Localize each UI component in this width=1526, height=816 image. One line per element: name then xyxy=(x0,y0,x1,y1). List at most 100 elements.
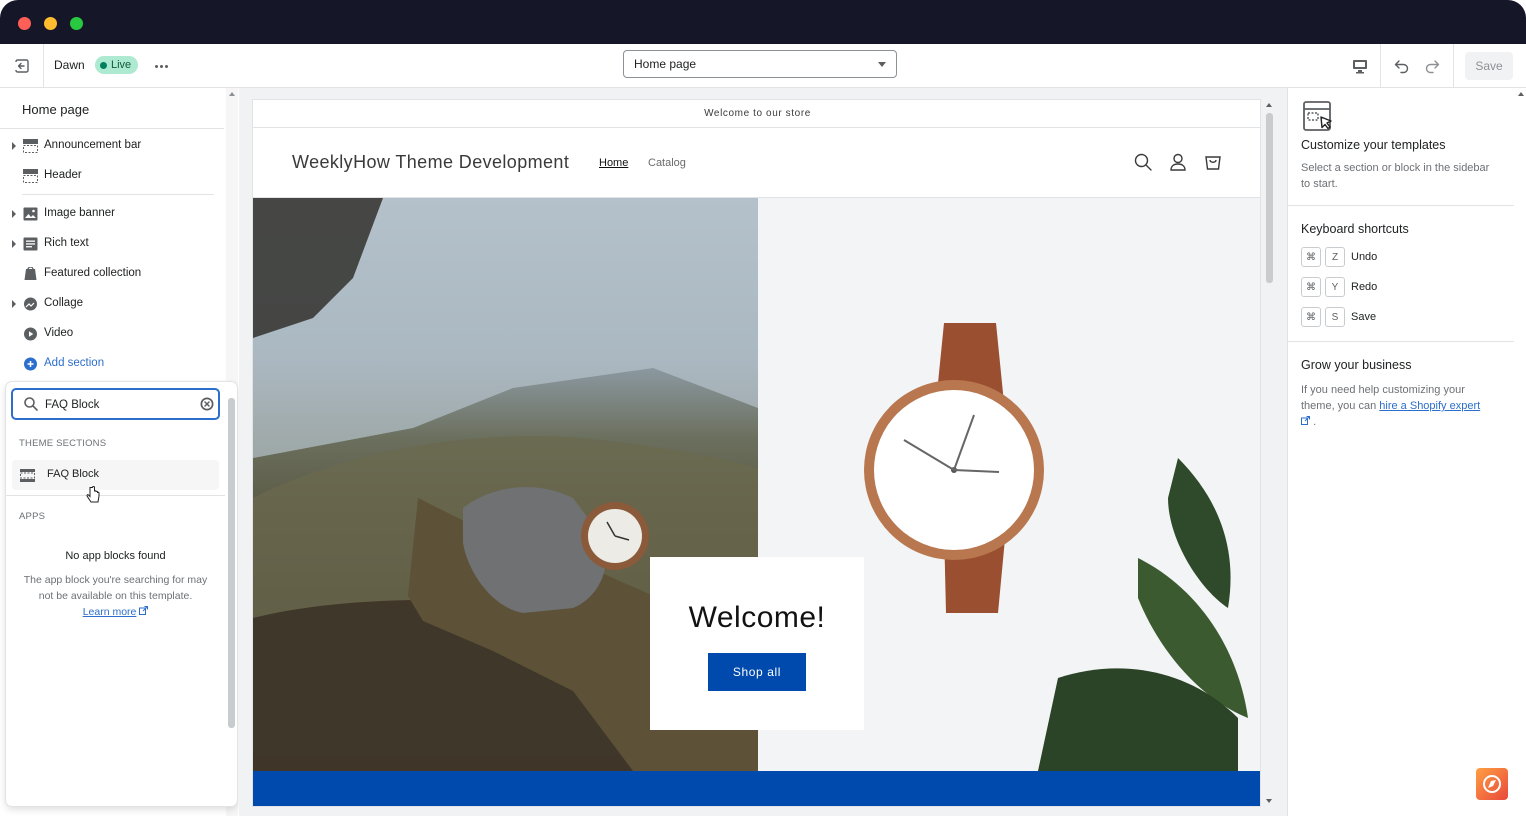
store-preview: Welcome to our store WeeklyHow Theme Dev… xyxy=(252,99,1261,807)
more-actions-button[interactable] xyxy=(150,56,172,76)
app-logo-icon xyxy=(1476,768,1508,800)
page-select[interactable]: Home page xyxy=(623,50,897,78)
apps-heading: APPS xyxy=(19,511,46,522)
shortcut-key: Y xyxy=(1325,277,1345,297)
grow-business-panel: Grow your business If you need help cust… xyxy=(1288,342,1514,462)
exit-icon xyxy=(14,58,29,73)
section-search-box[interactable] xyxy=(11,388,220,420)
store-name[interactable]: WeeklyHow Theme Development xyxy=(292,152,569,173)
window-titlebar xyxy=(0,0,1526,44)
exit-editor-button[interactable] xyxy=(0,44,44,87)
desktop-view-button[interactable] xyxy=(1346,52,1374,80)
clear-search-icon[interactable] xyxy=(199,396,215,412)
scroll-down-icon[interactable] xyxy=(1266,799,1272,803)
editor-toolbar: Dawn Live Home page Save xyxy=(0,44,1526,88)
hand-pointer-icon xyxy=(86,486,100,503)
shortcut-label: Redo xyxy=(1351,281,1378,293)
scroll-thumb[interactable] xyxy=(1266,113,1273,283)
no-apps-title: No app blocks found xyxy=(65,550,166,562)
sidebar-item-rich-text[interactable]: Rich text xyxy=(0,230,224,258)
banner-heading[interactable]: Welcome! xyxy=(650,601,864,635)
nav-link-catalog[interactable]: Catalog xyxy=(648,157,686,169)
maximize-window-button[interactable] xyxy=(70,17,83,30)
cart-icon[interactable] xyxy=(1203,152,1223,172)
text-block-icon xyxy=(23,237,38,251)
layout-section-icon xyxy=(20,469,35,482)
minimize-window-button[interactable] xyxy=(44,17,57,30)
image-banner[interactable]: Welcome! Shop all xyxy=(253,198,1260,771)
popover-scrollbar[interactable] xyxy=(227,388,235,800)
add-section-label: Add section xyxy=(44,357,105,369)
layout-header-icon xyxy=(23,169,38,183)
status-badge-label: Live xyxy=(111,59,132,71)
page-select-value: Home page xyxy=(634,57,697,71)
add-section-popover: THEME SECTIONS FAQ Block APPS No app blo… xyxy=(6,382,237,806)
live-dot-icon xyxy=(100,61,107,69)
more-dots-icon xyxy=(154,64,158,68)
sidebar-divider xyxy=(0,128,224,129)
sidebar-item-label: Rich text xyxy=(44,237,89,249)
undo-button[interactable] xyxy=(1388,52,1416,80)
play-icon xyxy=(24,327,37,341)
expand-arrow-icon[interactable] xyxy=(12,142,16,150)
popover-divider xyxy=(6,495,225,496)
undo-icon xyxy=(1394,60,1409,74)
announcement-bar[interactable]: Welcome to our store xyxy=(253,100,1260,128)
sidebar-item-image-banner[interactable]: Image banner xyxy=(0,200,224,228)
settings-sidebar: Customize your templates Select a sectio… xyxy=(1287,88,1526,816)
tag-icon xyxy=(24,267,37,280)
preview-scrollbar[interactable] xyxy=(1264,99,1274,807)
nav-link-home[interactable]: Home xyxy=(599,157,628,169)
image-icon xyxy=(23,207,38,221)
hire-expert-link[interactable]: hire a Shopify expert xyxy=(1379,400,1480,412)
shortcut-undo: ⌘ Z Undo xyxy=(1301,246,1377,268)
preview-canvas: Welcome to our store WeeklyHow Theme Dev… xyxy=(239,88,1287,816)
search-icon[interactable] xyxy=(1133,152,1153,172)
plus-circle-icon xyxy=(24,357,37,371)
keyboard-shortcuts-panel: Keyboard shortcuts ⌘ Z Undo ⌘ Y Redo ⌘ S… xyxy=(1288,206,1514,342)
template-cursor-icon xyxy=(1303,101,1332,131)
expand-arrow-icon[interactable] xyxy=(12,300,16,308)
store-header[interactable]: WeeklyHow Theme Development Home Catalog xyxy=(253,128,1260,198)
customize-title: Customize your templates xyxy=(1301,138,1446,152)
expand-arrow-icon[interactable] xyxy=(12,240,16,248)
search-result-label: FAQ Block xyxy=(47,468,99,480)
account-icon[interactable] xyxy=(1168,152,1188,172)
scroll-thumb[interactable] xyxy=(228,398,235,728)
sidebar-item-announcement-bar[interactable]: Announcement bar xyxy=(0,132,224,160)
shortcut-save: ⌘ S Save xyxy=(1301,306,1376,328)
next-section-strip[interactable] xyxy=(253,771,1260,806)
customize-templates-panel: Customize your templates Select a sectio… xyxy=(1288,88,1514,206)
status-badge: Live xyxy=(95,56,139,74)
sidebar-item-header[interactable]: Header xyxy=(0,162,224,190)
scroll-up-icon[interactable] xyxy=(1518,92,1524,96)
learn-more-link[interactable]: Learn more xyxy=(83,606,137,618)
scroll-up-icon[interactable] xyxy=(229,92,235,96)
expand-arrow-icon[interactable] xyxy=(12,210,16,218)
shop-all-button[interactable]: Shop all xyxy=(708,653,806,691)
scroll-up-icon[interactable] xyxy=(1266,103,1272,107)
command-key-icon: ⌘ xyxy=(1301,247,1321,267)
sidebar-item-label: Collage xyxy=(44,297,83,309)
section-search-input[interactable] xyxy=(45,396,185,414)
redo-icon xyxy=(1425,60,1440,74)
shortcut-label: Save xyxy=(1351,311,1377,323)
redo-button[interactable] xyxy=(1418,52,1446,80)
save-button[interactable]: Save xyxy=(1465,52,1513,80)
sidebar-item-label: Image banner xyxy=(44,207,115,219)
sidebar-item-collage[interactable]: Collage xyxy=(0,290,224,318)
grow-text: If you need help customizing your theme,… xyxy=(1301,382,1491,430)
sidebar-item-video[interactable]: Video xyxy=(0,320,224,348)
search-result-faq-block[interactable]: FAQ Block xyxy=(12,460,219,490)
close-window-button[interactable] xyxy=(18,17,31,30)
settings-scrollbar[interactable] xyxy=(1516,88,1526,816)
banner-content-box: Welcome! Shop all xyxy=(650,557,864,730)
external-link-icon xyxy=(1301,416,1310,425)
compass-logo-icon xyxy=(1483,775,1501,793)
desktop-icon xyxy=(1353,60,1367,74)
grow-title: Grow your business xyxy=(1301,358,1412,372)
sidebar-item-featured-collection[interactable]: Featured collection xyxy=(0,260,224,288)
add-section-button[interactable]: Add section xyxy=(0,350,224,378)
command-key-icon: ⌘ xyxy=(1301,277,1321,297)
no-apps-text: The app block you're searching for may n… xyxy=(23,574,208,602)
